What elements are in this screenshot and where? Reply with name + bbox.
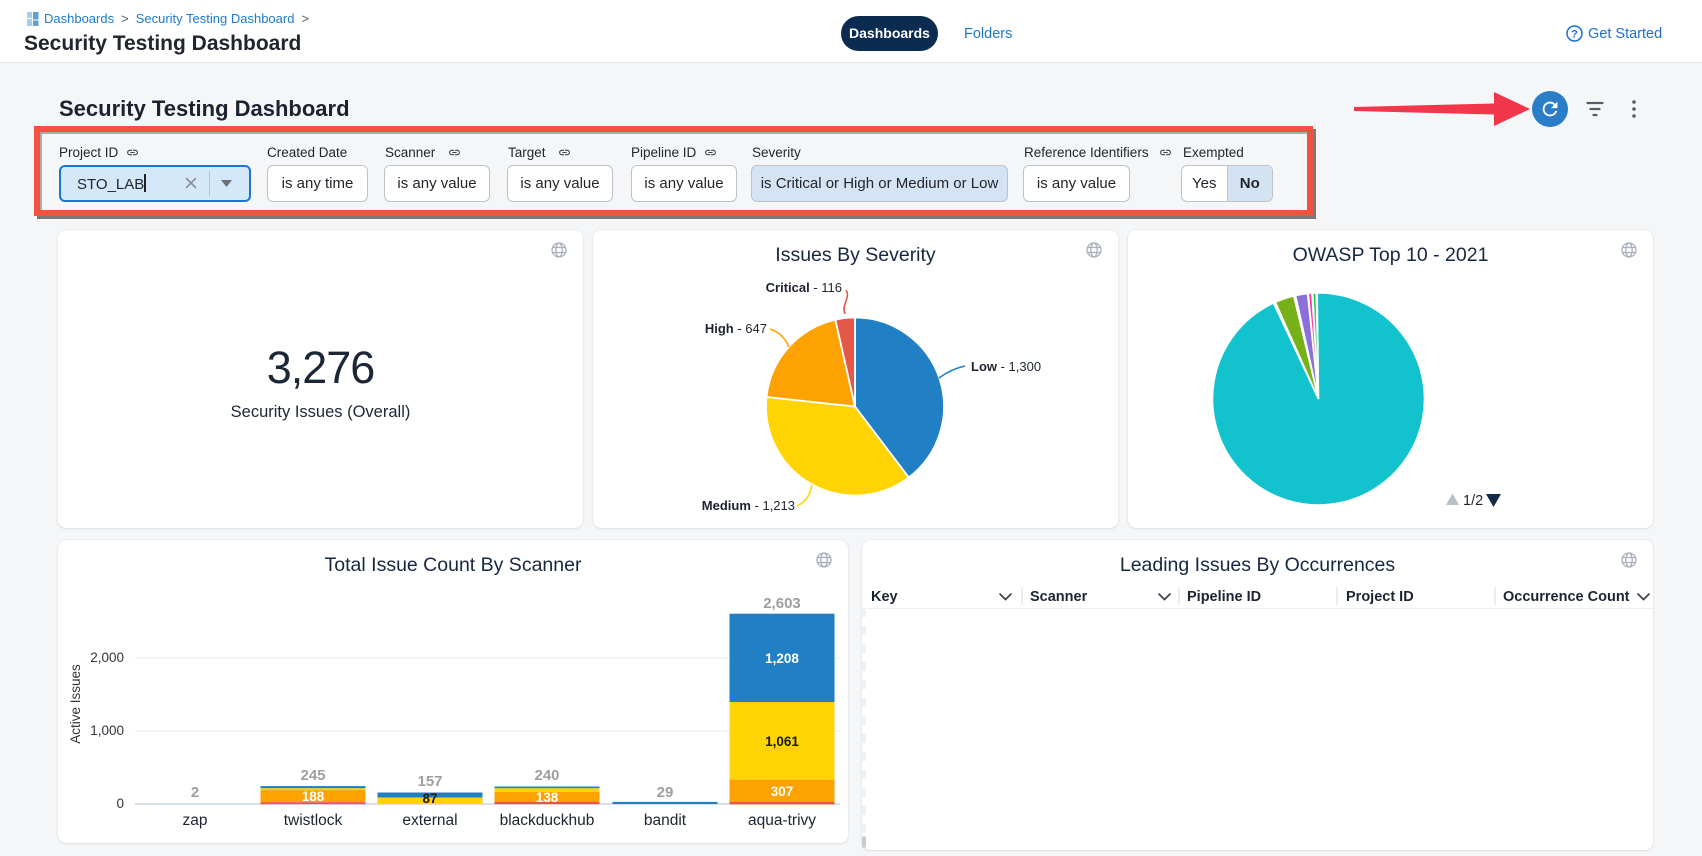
svg-text:?: ? xyxy=(1571,28,1578,40)
svg-text:bandit: bandit xyxy=(644,812,687,829)
svg-text:Key: Key xyxy=(871,589,898,605)
svg-text:2,603: 2,603 xyxy=(763,595,801,612)
svg-text:1,000: 1,000 xyxy=(90,723,124,738)
svg-text:Scanner: Scanner xyxy=(1030,589,1088,605)
svg-text:29: 29 xyxy=(657,784,674,801)
svg-text:245: 245 xyxy=(300,767,325,784)
svg-text:Critical - 116: Critical - 116 xyxy=(766,280,842,295)
svg-text:external: external xyxy=(402,812,457,829)
svg-text:1/2: 1/2 xyxy=(1463,493,1483,509)
svg-text:87: 87 xyxy=(422,791,437,806)
svg-text:aqua-trivy: aqua-trivy xyxy=(748,812,816,829)
svg-text:Active Issues: Active Issues xyxy=(68,664,83,744)
svg-text:138: 138 xyxy=(536,790,559,805)
svg-text:Occurrence Count: Occurrence Count xyxy=(1503,589,1630,605)
svg-text:Medium - 1,213: Medium - 1,213 xyxy=(702,498,795,513)
svg-text:0: 0 xyxy=(116,796,124,811)
svg-text:High - 647: High - 647 xyxy=(705,321,767,336)
svg-text:1,208: 1,208 xyxy=(765,651,799,666)
svg-text:307: 307 xyxy=(771,784,794,799)
svg-text:188: 188 xyxy=(302,789,325,804)
svg-text:240: 240 xyxy=(534,767,559,784)
svg-text:twistlock: twistlock xyxy=(284,812,343,829)
svg-text:Pipeline ID: Pipeline ID xyxy=(1187,589,1261,605)
svg-text:1,061: 1,061 xyxy=(765,734,799,749)
svg-text:Project ID: Project ID xyxy=(1346,589,1414,605)
svg-text:Low - 1,300: Low - 1,300 xyxy=(971,359,1041,374)
svg-text:zap: zap xyxy=(183,812,208,829)
svg-text:2: 2 xyxy=(191,784,199,801)
svg-text:blackduckhub: blackduckhub xyxy=(500,812,595,829)
svg-text:2,000: 2,000 xyxy=(90,650,124,665)
svg-text:157: 157 xyxy=(417,773,442,790)
